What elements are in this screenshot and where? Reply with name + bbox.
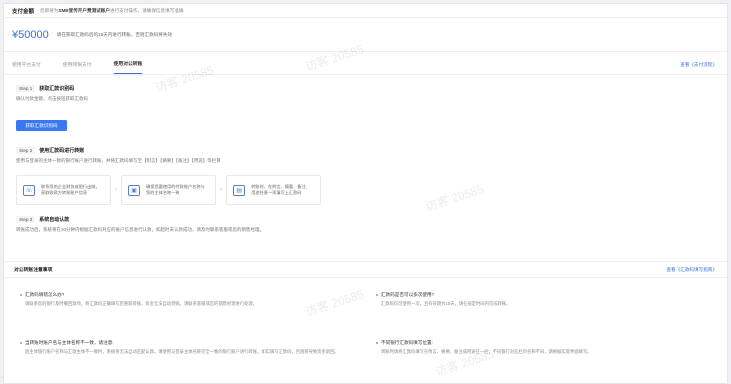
header: 支付金额 您即将为SMB宣传开户费测试账户进行支付操作，请确保信息填写准确 (4, 4, 727, 18)
step-title: 系统自动认款 (39, 217, 70, 223)
note-item: 不同银行汇款码填写位置: 转账时请将汇款码填写在附言、摘要、备注或用途任一栏，不… (376, 340, 696, 355)
step-number: Step 3 (16, 216, 36, 223)
step-desc: 确认付款金额，点击按钮获取汇款码 (16, 96, 88, 101)
note-question: 汇款码填错怎么办? (20, 292, 340, 298)
step-desc: 使用与登录的主体一致的银行账户进行转账，并将汇款码填写至【附言】【摘要】【备注】… (16, 158, 221, 163)
note-question: 不同银行汇款码填写位置: (376, 340, 696, 346)
tab-online-banking[interactable]: 使用网银支付 (63, 61, 92, 74)
header-desc: 您即将为SMB宣传开户费测试账户进行支付操作，请确保信息填写准确 (40, 7, 184, 13)
notes-title: 对公转账注意事项 (14, 268, 53, 273)
chevron-right-icon: › (114, 187, 117, 193)
account-name: SMB宣传开户费测试账户 (58, 7, 110, 13)
transfer-methods: ☏ 联系您的企业财务或银行出纳，获取收款方转账账户信息 › ▣ 确保您要使用的付… (16, 175, 322, 205)
tab-corporate-transfer[interactable]: 使用对公转账 (113, 60, 143, 74)
step-2: Step 2 使用汇款码进行转账 使用与登录的主体一致的银行账户进行转账，并将汇… (16, 147, 221, 164)
method-text: 联系您的企业财务或银行出纳，获取收款方转账账户信息 (41, 183, 100, 196)
card-icon: ▣ (128, 184, 141, 196)
method-text: 转账时，在附言、摘要、备注、用途任意一项填写上汇款码 (251, 183, 310, 196)
note-question: 汇款码是否可以多次使用? (376, 292, 696, 298)
get-remit-code-button[interactable]: 获取汇款识别码 (16, 120, 67, 131)
document-icon: ▤ (233, 184, 246, 196)
phone-icon: ☏ (23, 184, 35, 196)
step-number: Step 2 (16, 147, 36, 154)
note-answer: 因主体银行账户名称与汇款主体不一致时，系统将无法自动匹配认款。请使用与登录主体名… (25, 349, 339, 354)
amount-tip: 请在获取汇款码后的15天内进行转账，否则汇款码将失效 (56, 31, 173, 37)
notes-header: 对公转账注意事项 查看《汇款码填写指南》 (4, 261, 727, 278)
payment-tabs: 使用平台支付 使用网银支付 使用对公转账 查看《支付流程》 (4, 53, 727, 75)
note-answer: 请联系您的银行及时撤回款项，将汇款码正确填写后重新转账，资金无法自动到账。请联系… (25, 301, 258, 306)
payment-method-card: 使用平台支付 使用网银支付 使用对公转账 查看《支付流程》 Step 1 获取汇… (4, 53, 727, 253)
note-item: 当转账时账户名与主体名称不一致，请注意: 因主体银行账户名称与汇款主体不一致时，… (20, 340, 355, 355)
amount-row: ¥50000 请在获取汇款码后的15天内进行转账，否则汇款码将失效 (4, 18, 727, 52)
payment-amount: ¥50000 (12, 28, 49, 41)
step-3: Step 3 系统自动认款 转账成功后，系统将在30分钟内根据汇款码对应的账户信… (16, 216, 264, 233)
note-answer: 汇款码仅可使用一次，且有效期为15天，请在规定时间内完成转账。 (381, 301, 511, 306)
tab-platform-pay[interactable]: 使用平台支付 (12, 61, 41, 74)
chevron-right-icon: › (220, 187, 223, 193)
payment-page: 支付金额 您即将为SMB宣传开户费测试账户进行支付操作，请确保信息填写准确 ¥5… (3, 3, 728, 384)
note-question: 当转账时账户名与主体名称不一致，请注意: (20, 340, 355, 346)
step-title: 使用汇款码进行转账 (39, 148, 85, 154)
note-item: 汇款码是否可以多次使用? 汇款码仅可使用一次，且有效期为15天，请在规定时间内完… (376, 292, 696, 307)
step-number: Step 1 (16, 85, 36, 92)
method-contact-finance: ☏ 联系您的企业财务或银行出纳，获取收款方转账账户信息 (16, 175, 111, 205)
method-account-match: ▣ 确保您要使用的付款账户名称与您的主体名称一致 (121, 175, 216, 205)
note-answer: 转账时请将汇款码填写在附言、摘要、备注或用途任一栏，不同银行对应栏目名称不同，请… (381, 349, 592, 354)
step-1: Step 1 获取汇款识别码 确认付款金额，点击按钮获取汇款码 (16, 85, 88, 102)
remit-guide-link[interactable]: 查看《汇款码填写指南》 (666, 267, 717, 273)
method-fill-code: ▤ 转账时，在附言、摘要、备注、用途任意一项填写上汇款码 (226, 175, 322, 205)
payment-process-link[interactable]: 查看《支付流程》 (680, 62, 717, 68)
step-title: 获取汇款识别码 (39, 86, 75, 92)
header-title: 支付金额 (12, 8, 35, 15)
step-desc: 转账成功后，系统将在30分钟内根据汇款码对应的账户信息进行认款，如超时未认款成功… (16, 227, 265, 232)
method-text: 确保您要使用的付款账户名称与您的主体名称一致 (146, 183, 205, 196)
note-item: 汇款码填错怎么办? 请联系您的银行及时撤回款项，将汇款码正确填写后重新转账，资金… (20, 292, 340, 307)
